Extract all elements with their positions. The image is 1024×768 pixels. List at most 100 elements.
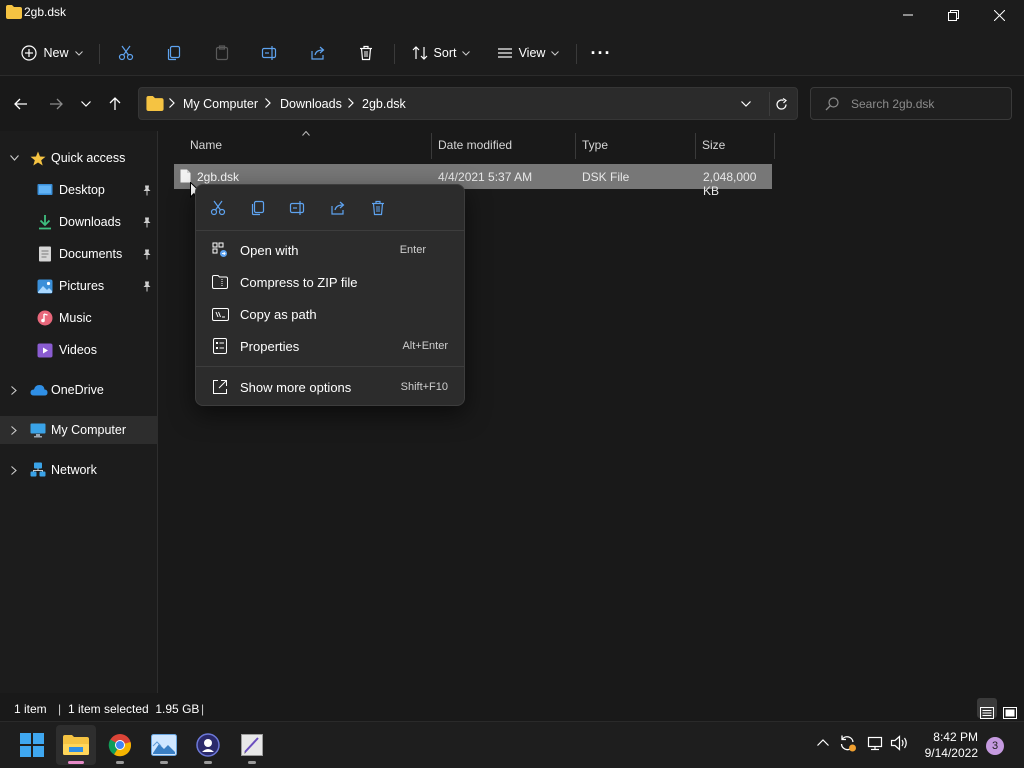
tiles-view-button[interactable]: [1000, 698, 1020, 719]
clock-date[interactable]: 9/14/2022: [925, 746, 978, 760]
taskbar-chrome[interactable]: [100, 725, 140, 765]
minimize-button[interactable]: [885, 0, 931, 30]
copy-path-icon: [208, 307, 232, 321]
column-divider[interactable]: [431, 133, 432, 159]
selection-info: 1 item selected 1.95 GB: [68, 702, 200, 716]
pin-icon[interactable]: [142, 217, 152, 228]
notification-badge[interactable]: 3: [986, 737, 1004, 755]
forward-button[interactable]: [43, 91, 69, 117]
share-button[interactable]: [325, 197, 351, 219]
close-button[interactable]: [976, 0, 1022, 30]
rename-icon: [261, 45, 279, 61]
pin-icon[interactable]: [142, 281, 152, 292]
sort-label: Sort: [433, 46, 457, 60]
sync-status-icon[interactable]: [839, 734, 857, 752]
sidebar-item-quick-access[interactable]: Quick access: [0, 144, 158, 172]
rename-button[interactable]: [285, 197, 311, 219]
breadcrumb-my-computer[interactable]: My Computer: [183, 97, 258, 111]
sidebar-item-music[interactable]: Music: [0, 304, 158, 332]
sidebar-item-documents[interactable]: Documents: [0, 240, 158, 268]
menu-item-open-with[interactable]: Open with Enter: [200, 235, 460, 265]
editor-icon: [241, 734, 263, 756]
running-indicator: [248, 761, 256, 764]
new-button[interactable]: New: [14, 38, 90, 68]
breadcrumb-downloads[interactable]: Downloads: [280, 97, 342, 111]
delete-button[interactable]: [365, 197, 391, 219]
view-button[interactable]: View: [490, 38, 566, 68]
sidebar-item-network[interactable]: Network: [0, 456, 158, 484]
network-status-icon[interactable]: [866, 734, 884, 752]
share-button[interactable]: [302, 38, 334, 68]
delete-button[interactable]: [350, 38, 382, 68]
back-button[interactable]: [8, 91, 34, 117]
recent-locations-button[interactable]: [73, 91, 99, 117]
new-plus-icon: [21, 45, 38, 61]
sidebar-item-onedrive[interactable]: OneDrive: [0, 376, 158, 404]
details-view-button[interactable]: [977, 698, 997, 719]
search-placeholder: Search 2gb.dsk: [851, 97, 935, 111]
column-header-name[interactable]: Name: [190, 138, 222, 162]
taskbar-file-explorer[interactable]: [56, 725, 96, 765]
sidebar-item-pictures[interactable]: Pictures: [0, 272, 158, 300]
menu-divider: [196, 230, 464, 231]
address-bar[interactable]: My Computer Downloads 2gb.dsk: [138, 87, 798, 120]
taskbar: 8:42 PM 9/14/2022 3: [0, 721, 1024, 768]
show-hidden-icons-button[interactable]: [817, 739, 829, 746]
menu-item-show-more-options[interactable]: Show more options Shift+F10: [200, 372, 460, 402]
paste-button[interactable]: [206, 38, 238, 68]
file-name[interactable]: 2gb.dsk: [197, 170, 239, 184]
copy-button[interactable]: [245, 197, 271, 219]
sidebar-item-label: Pictures: [59, 279, 105, 293]
sidebar-item-desktop[interactable]: Desktop: [0, 176, 158, 204]
refresh-button[interactable]: [769, 92, 793, 116]
photos-icon: [151, 734, 177, 756]
sidebar-item-downloads[interactable]: Downloads: [0, 208, 158, 236]
address-dropdown-icon[interactable]: [741, 101, 751, 107]
documents-icon: [37, 246, 53, 262]
taskbar-photos[interactable]: [144, 725, 184, 765]
column-header-size[interactable]: Size: [702, 138, 725, 162]
clock-time[interactable]: 8:42 PM: [933, 730, 978, 744]
sidebar-item-my-computer[interactable]: My Computer: [0, 416, 158, 444]
column-header-date[interactable]: Date modified: [438, 138, 512, 162]
status-bar: 1 item | 1 item selected 1.95 GB |: [0, 693, 1024, 721]
sidebar-item-label: Videos: [59, 343, 97, 357]
chevron-down-icon: [462, 50, 471, 56]
window-title: 2gb.dsk: [24, 5, 67, 19]
up-button[interactable]: [102, 91, 128, 117]
taskbar-editor[interactable]: [232, 725, 272, 765]
sidebar-item-label: Documents: [59, 247, 123, 261]
chevron-right-icon: [265, 98, 271, 108]
status-divider: |: [201, 702, 205, 716]
column-divider[interactable]: [575, 133, 576, 159]
context-menu: Open with Enter Compress to ZIP file Cop…: [195, 184, 465, 406]
more-options-button[interactable]: ···: [584, 38, 618, 68]
pin-icon[interactable]: [142, 185, 152, 196]
start-button[interactable]: [12, 725, 52, 765]
menu-item-label: Compress to ZIP file: [240, 274, 358, 290]
restore-button[interactable]: [930, 0, 976, 30]
copy-button[interactable]: [158, 38, 190, 68]
chevron-right-icon: [11, 385, 17, 395]
sort-button[interactable]: Sort: [404, 38, 478, 68]
copy-icon: [166, 45, 182, 61]
pin-icon[interactable]: [142, 249, 152, 260]
menu-item-compress-zip[interactable]: Compress to ZIP file: [200, 267, 460, 297]
rename-button[interactable]: [254, 38, 286, 68]
column-divider[interactable]: [774, 133, 775, 159]
column-header-type[interactable]: Type: [582, 138, 608, 162]
menu-item-properties[interactable]: Properties Alt+Enter: [200, 331, 460, 361]
volume-icon[interactable]: [890, 734, 910, 752]
copy-icon: [250, 200, 266, 216]
menu-item-copy-as-path[interactable]: Copy as path: [200, 299, 460, 329]
breadcrumb-current[interactable]: 2gb.dsk: [362, 97, 406, 111]
column-divider[interactable]: [695, 133, 696, 159]
cut-button[interactable]: [110, 38, 142, 68]
item-count: 1 item: [14, 702, 47, 716]
search-input[interactable]: Search 2gb.dsk: [810, 87, 1012, 120]
cut-button[interactable]: [205, 197, 231, 219]
taskbar-app-gear[interactable]: [188, 725, 228, 765]
folder-icon: [6, 5, 22, 19]
sidebar-item-videos[interactable]: Videos: [0, 336, 158, 364]
chevron-up-icon: [817, 739, 829, 746]
